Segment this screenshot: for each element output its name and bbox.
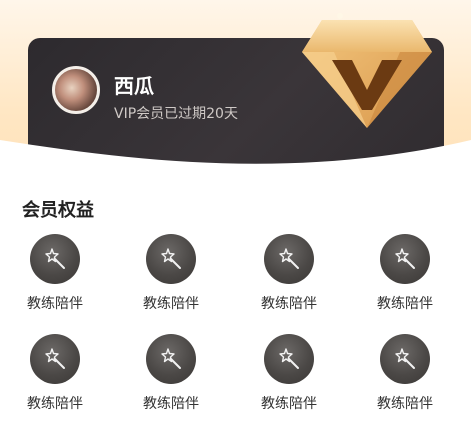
username: 西瓜 [114, 74, 154, 98]
benefit-label: 教练陪伴 [27, 396, 83, 412]
benefits-section-title: 会员权益 [22, 200, 94, 221]
benefit-item[interactable]: 教练陪伴 [10, 234, 100, 313]
avatar[interactable] [52, 66, 100, 114]
benefit-label: 教练陪伴 [143, 396, 199, 412]
benefit-label: 教练陪伴 [261, 396, 317, 412]
vip-diamond-icon [302, 13, 432, 128]
benefit-item[interactable]: 教练陪伴 [10, 334, 100, 413]
vip-status-text: VIP会员已过期20天 [114, 106, 238, 122]
magic-wand-icon [146, 334, 196, 384]
benefit-item[interactable]: 教练陪伴 [360, 234, 450, 313]
magic-wand-icon [380, 334, 430, 384]
magic-wand-icon [380, 234, 430, 284]
benefit-label: 教练陪伴 [27, 296, 83, 312]
benefit-item[interactable]: 教练陪伴 [126, 234, 216, 313]
magic-wand-icon [30, 234, 80, 284]
benefit-label: 教练陪伴 [377, 396, 433, 412]
benefit-item[interactable]: 教练陪伴 [126, 334, 216, 413]
magic-wand-icon [146, 234, 196, 284]
magic-wand-icon [30, 334, 80, 384]
magic-wand-icon [264, 334, 314, 384]
benefit-item[interactable]: 教练陪伴 [244, 234, 334, 313]
benefit-item[interactable]: 教练陪伴 [244, 334, 334, 413]
magic-wand-icon [264, 234, 314, 284]
benefit-item[interactable]: 教练陪伴 [360, 334, 450, 413]
benefit-label: 教练陪伴 [143, 296, 199, 312]
benefit-label: 教练陪伴 [261, 296, 317, 312]
benefit-label: 教练陪伴 [377, 296, 433, 312]
